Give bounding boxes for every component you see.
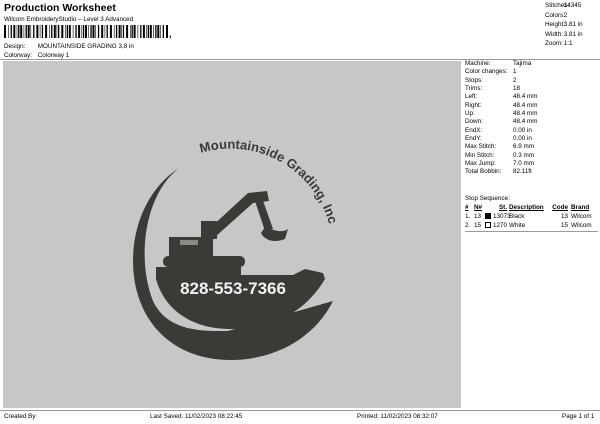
- design-value: MOUNTAINSIDE GRADING 3,8 in: [37, 43, 134, 50]
- info-row: Max Jump: 7.0 mm: [465, 160, 534, 168]
- color-swatch: [485, 212, 491, 219]
- colorway-row: Colorway: Colorway 1: [4, 52, 69, 59]
- info-row: Machine: Tajima: [465, 60, 532, 67]
- design-preview: Mountainside Grading, Inc 828-553-7366: [3, 61, 461, 408]
- barcode: [4, 25, 168, 38]
- info-row: Min Stitch: 0.3 mm: [465, 151, 534, 159]
- design-label: Design:: [4, 43, 26, 50]
- table-divider: [465, 231, 598, 232]
- excavator-icon: [163, 191, 288, 267]
- summary-row: Colors: 2: [545, 11, 568, 19]
- info-row: Stops: 2: [465, 76, 517, 84]
- machine-info: Machine: Tajima Color changes: 1 Stops: 2 T…: [465, 60, 598, 177]
- table-row: 2. 15 1270 White 15 Wilcom: [465, 221, 592, 229]
- summary-row: Height: 3.81 in: [545, 21, 583, 28]
- info-row: Max Stitch: 6.9 mm: [465, 143, 534, 151]
- info-row: Trims: 18: [465, 85, 521, 93]
- stop-sequence-title: Stop Sequence:: [465, 195, 510, 202]
- embroidery-design: Mountainside Grading, Inc 828-553-7366: [133, 137, 341, 360]
- info-row: EndY: 0.00 in: [465, 135, 532, 143]
- summary-row: Zoom: 1:1: [545, 40, 573, 47]
- info-row: EndX: 0.00 in: [465, 126, 532, 134]
- info-row: Color changes: 1: [465, 68, 517, 76]
- page-number: Page 1 of 1: [562, 413, 595, 420]
- worksheet-footer: Created By: Last Saved: 11/02/2023 08:22…: [0, 411, 600, 424]
- colorway-value: Colorway 1: [37, 52, 70, 59]
- printed-date: Printed: 11/02/2023 08:32:07: [357, 413, 438, 420]
- summary-row: Width: 3.81 in: [545, 30, 583, 38]
- created-by: Created By:: [4, 413, 38, 420]
- table-row: 1. 13 13073 Black 13 Wilcom: [465, 212, 592, 220]
- stop-sequence: Stop Sequence: # N# St. Description Code…: [465, 194, 598, 232]
- software-subtitle: Wilcom EmbroideryStudio – Level 3 Advanc…: [4, 16, 134, 23]
- info-row: Down: 48.4 mm: [465, 118, 538, 126]
- info-row: Total Bobbin: 82.11ft: [465, 168, 532, 176]
- info-row: Right: 48.4 mm: [465, 101, 538, 109]
- barcode-suffix: ,: [169, 29, 172, 39]
- design-row: Design: MOUNTAINSIDE GRADING 3,8 in: [4, 43, 134, 50]
- color-swatch: [485, 221, 491, 228]
- stop-table-header: # N# St. Description Code Brand: [465, 204, 590, 211]
- worksheet-header: Production Worksheet Wilcom EmbroiderySt…: [0, 0, 600, 60]
- summary-row: Stitches: 14345: [545, 2, 582, 9]
- summary-stats: Stitches: 14345 Colors: 2 Height: 3.81 i…: [545, 2, 597, 50]
- company-name-arc: Mountainside Grading, Inc: [198, 137, 341, 226]
- info-row: Up: 48.4 mm: [465, 110, 538, 118]
- info-row: Left: 48.4 mm: [465, 93, 538, 101]
- page-title: Production Worksheet: [4, 2, 116, 14]
- last-saved: Last Saved: 11/02/2023 08:22:45: [150, 413, 243, 420]
- colorway-label: Colorway:: [4, 52, 32, 59]
- phone-number: 828-553-7366: [180, 279, 286, 298]
